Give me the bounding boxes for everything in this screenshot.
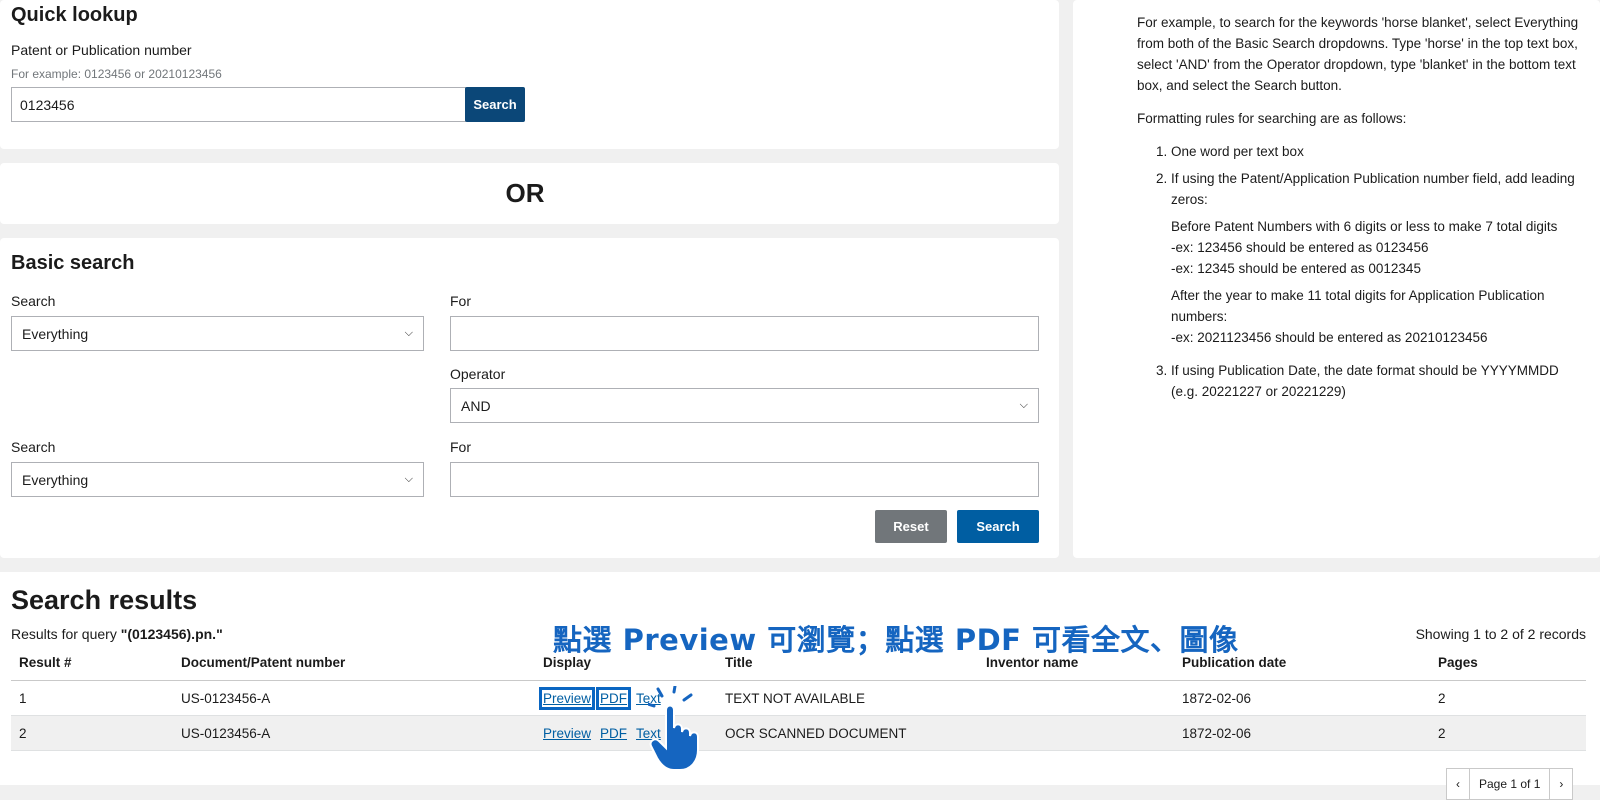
- results-query: Results for query "(0123456).pn.": [11, 626, 223, 642]
- tap-hand-icon: [646, 684, 710, 771]
- chevron-down-icon: ⌵: [1019, 399, 1028, 411]
- document-title: TEXT NOT AVAILABLE: [717, 680, 978, 716]
- or-divider-panel: OR: [0, 163, 1059, 224]
- results-query-value: "(0123456).pn.": [120, 626, 223, 642]
- help-rule-3: If using Publication Date, the date form…: [1171, 360, 1587, 402]
- help-rule-1: One word per text box: [1171, 141, 1587, 162]
- basic-search-title: Basic search: [11, 252, 135, 274]
- search-results-panel: Search results Results for query "(01234…: [0, 572, 1600, 800]
- column-result-number: Result #: [11, 644, 173, 681]
- pager-next-button[interactable]: ›: [1550, 769, 1572, 799]
- search-field-label-1: Search: [11, 293, 56, 309]
- page-count: 2: [1430, 715, 1586, 751]
- help-rule-2: If using the Patent/Application Publicat…: [1171, 168, 1587, 348]
- pager-prev-button[interactable]: ‹: [1447, 769, 1470, 799]
- help-rule-2-text: If using the Patent/Application Publicat…: [1171, 171, 1575, 207]
- pagination: ‹ Page 1 of 1 ›: [1446, 768, 1574, 800]
- reset-button[interactable]: Reset: [875, 510, 947, 543]
- search-field-select-2[interactable]: Everything ⌵: [11, 462, 424, 497]
- column-pages: Pages: [1430, 644, 1586, 681]
- pdf-link[interactable]: PDF: [596, 686, 632, 710]
- quick-lookup-title: Quick lookup: [11, 4, 138, 26]
- patent-number-label: Patent or Publication number: [11, 42, 192, 58]
- search-field-select-2-value: Everything: [22, 471, 89, 488]
- results-table: Result # Document/Patent number Display …: [11, 644, 1586, 751]
- chevron-down-icon: ⌵: [404, 473, 413, 485]
- results-count: Showing 1 to 2 of 2 records: [1415, 626, 1586, 642]
- results-query-prefix: Results for query: [11, 626, 121, 642]
- operator-select[interactable]: AND ⌵: [450, 388, 1039, 423]
- help-rule-3-text: If using Publication Date, the date form…: [1171, 363, 1559, 399]
- tutorial-annotation: 點選 Preview 可瀏覽；點選 PDF 可看全文、圖像: [553, 623, 1239, 657]
- search-field-select-1[interactable]: Everything ⌵: [11, 316, 424, 351]
- patent-number-input[interactable]: 0123456: [11, 87, 466, 122]
- table-row: 2 US-0123456-A Preview PDF Text OCR SCANNE…: [11, 715, 1586, 751]
- document-number: US-0123456-A: [173, 680, 535, 716]
- for-input-2[interactable]: [450, 462, 1039, 497]
- document-number: US-0123456-A: [173, 715, 535, 751]
- search-help-panel: For example, to search for the keywords …: [1073, 0, 1600, 558]
- search-results-title: Search results: [11, 585, 198, 615]
- or-label: OR: [505, 178, 545, 208]
- result-number: 1: [11, 680, 173, 716]
- help-rule-1-text: One word per text box: [1171, 144, 1304, 159]
- document-title: OCR SCANNED DOCUMENT: [717, 715, 978, 751]
- preview-link[interactable]: Preview: [538, 686, 596, 710]
- help-rule-2-example-2: -ex: 12345 should be entered as 0012345: [1171, 261, 1421, 276]
- column-document-number: Document/Patent number: [173, 644, 535, 681]
- basic-search-panel: Basic search Search Everything ⌵ For Ope…: [0, 238, 1059, 558]
- pager-label: Page 1 of 1: [1470, 769, 1551, 799]
- table-row: 1 US-0123456-A Preview PDF Text TEXT NOT A…: [11, 680, 1586, 716]
- help-rule-2-example-3: -ex: 2021123456 should be entered as 202…: [1171, 330, 1488, 345]
- for-label-1: For: [450, 293, 471, 309]
- preview-link[interactable]: Preview: [543, 726, 591, 741]
- operator-select-value: AND: [461, 397, 491, 414]
- basic-search-button[interactable]: Search: [957, 510, 1039, 543]
- help-rules-intro: Formatting rules for searching are as fo…: [1137, 111, 1407, 126]
- pdf-link[interactable]: PDF: [600, 726, 627, 741]
- help-rules-list: One word per text box If using the Paten…: [1137, 141, 1587, 402]
- search-help-text: For example, to search for the keywords …: [1137, 12, 1587, 402]
- help-rule-2-application: After the year to make 11 total digits f…: [1171, 288, 1545, 324]
- for-input-1[interactable]: [450, 316, 1039, 351]
- operator-label: Operator: [450, 366, 506, 382]
- inventor-name: [978, 680, 1174, 716]
- publication-date: 1872-02-06: [1174, 680, 1430, 716]
- result-number: 2: [11, 715, 173, 751]
- search-field-select-1-value: Everything: [22, 325, 89, 342]
- search-field-label-2: Search: [11, 439, 56, 455]
- chevron-down-icon: ⌵: [404, 327, 413, 339]
- quick-lookup-panel: Quick lookup Patent or Publication numbe…: [0, 0, 1059, 149]
- patent-number-example: For example: 0123456 or 20210123456: [11, 67, 222, 81]
- quick-lookup-search-button[interactable]: Search: [465, 87, 525, 122]
- for-label-2: For: [450, 439, 471, 455]
- page-count: 2: [1430, 680, 1586, 716]
- patent-number-value: 0123456: [20, 96, 75, 113]
- help-intro: For example, to search for the keywords …: [1137, 15, 1579, 93]
- help-rule-2-patent: Before Patent Numbers with 6 digits or l…: [1171, 219, 1558, 234]
- publication-date: 1872-02-06: [1174, 715, 1430, 751]
- inventor-name: [978, 715, 1174, 751]
- help-rule-2-example-1: -ex: 123456 should be entered as 0123456: [1171, 240, 1429, 255]
